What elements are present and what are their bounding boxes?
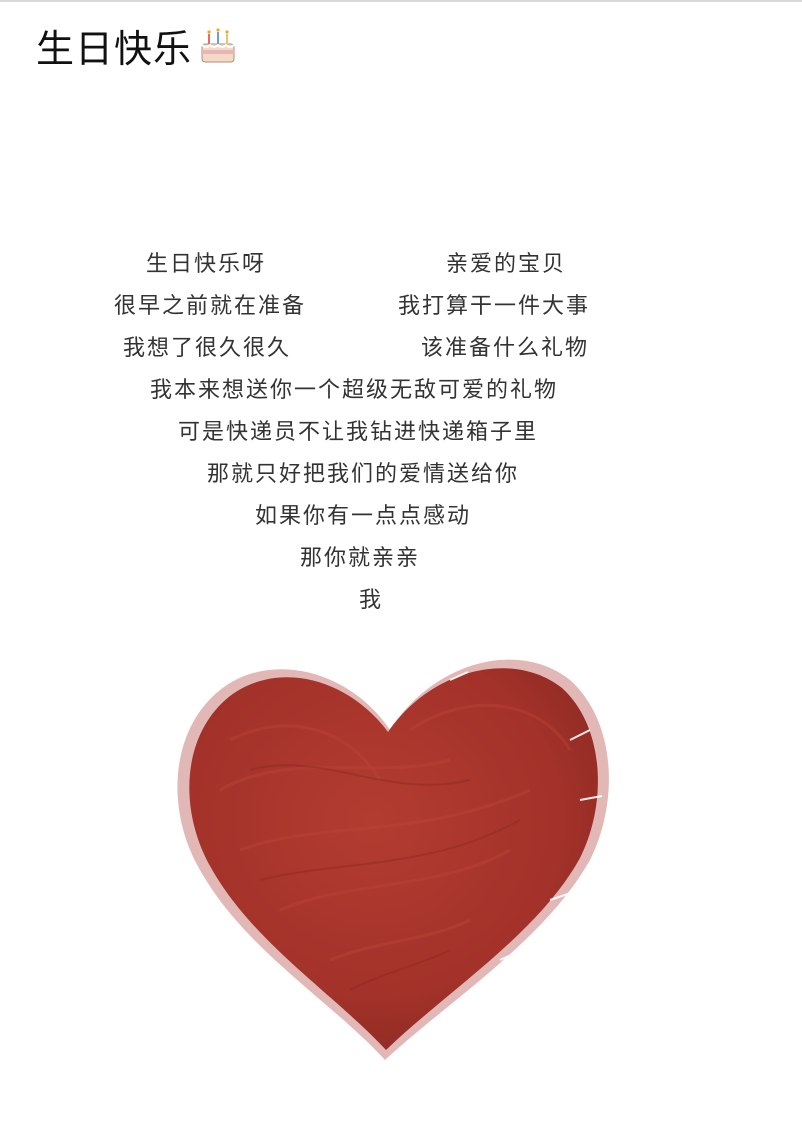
poem-line: 我 — [359, 588, 384, 613]
poem-line: 我打算干一件大事 — [398, 294, 591, 319]
poem-line: 亲爱的宝贝 — [446, 252, 567, 277]
poem-line: 很早之前就在准备 — [114, 294, 307, 319]
poem-line: 那就只好把我们的爱情送给你 — [207, 462, 520, 487]
painted-heart-image — [150, 620, 630, 1080]
poem-line: 可是快递员不让我钻进快递箱子里 — [178, 420, 539, 445]
poem-line: 该准备什么礼物 — [421, 336, 590, 361]
poem-line: 那你就亲亲 — [300, 546, 421, 571]
poem-line: 生日快乐呀 — [146, 252, 267, 277]
poem-line: 我想了很久很久 — [123, 336, 292, 361]
poem-line: 我本来想送你一个超级无敌可爱的礼物 — [150, 378, 559, 403]
poem-line: 如果你有一点点感动 — [255, 504, 472, 529]
